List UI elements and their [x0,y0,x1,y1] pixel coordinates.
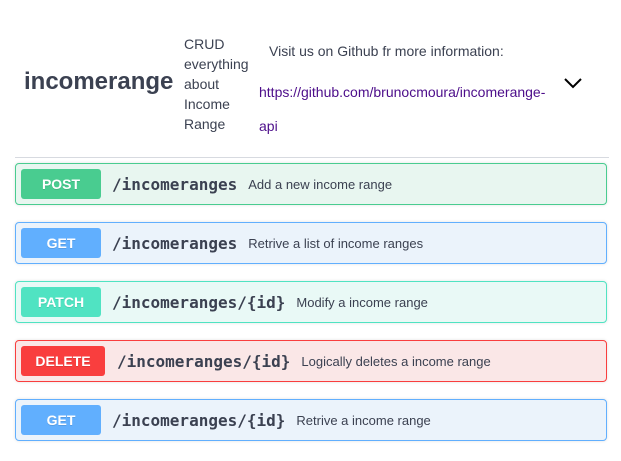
operation-post-incomeranges[interactable]: POST /incomeranges Add a new income rang… [15,163,607,205]
external-docs-link-line[interactable]: https://github.com/brunocmoura/incomeran… [259,75,553,109]
operation-get-incomeranges[interactable]: GET /incomeranges Retrive a list of inco… [15,222,607,264]
external-docs-text: Visit us on Github fr more information: [269,43,504,59]
method-badge-get: GET [21,405,101,435]
operation-summary: Retrive a list of income ranges [248,235,424,251]
method-badge-patch: PATCH [21,287,101,317]
tag-description-line: about [184,76,220,92]
chevron-down-icon[interactable] [562,72,584,94]
method-badge-delete: DELETE [21,346,105,376]
operation-get-incomerange[interactable]: GET /incomeranges/{id} Retrive a income … [15,399,607,441]
operation-path: /incomeranges/{id} [112,292,286,312]
operation-patch-incomerange[interactable]: PATCH /incomeranges/{id} Modify a income… [15,281,607,323]
tag-header[interactable]: incomerange CRUD everything about Income… [0,0,621,158]
tag-description-line: Range [184,116,226,132]
external-docs-link[interactable]: https://github.com/brunocmoura/incomeran… [259,75,553,143]
tag-description-line: CRUD [184,36,225,52]
operation-path: /incomeranges/{id} [117,351,291,371]
operation-path: /incomeranges [112,233,238,253]
tag-description-line: Income [184,96,230,112]
operation-summary: Retrive a income range [296,412,431,428]
tag-name[interactable]: incomerange [24,66,173,98]
operation-summary: Logically deletes a income range [301,353,491,369]
operation-path: /incomeranges/{id} [112,410,286,430]
operation-summary: Modify a income range [296,294,428,310]
operation-path: /incomeranges [112,174,238,194]
method-badge-post: POST [21,169,101,199]
operation-delete-incomerange[interactable]: DELETE /incomeranges/{id} Logically dele… [15,340,607,382]
tag-description: CRUD everything about Income Range [184,34,254,134]
method-badge-get: GET [21,228,101,258]
divider [15,157,609,158]
tag-description-line: everything [184,56,249,72]
operation-summary: Add a new income range [248,176,393,192]
external-docs-link-line[interactable]: api [259,109,553,143]
